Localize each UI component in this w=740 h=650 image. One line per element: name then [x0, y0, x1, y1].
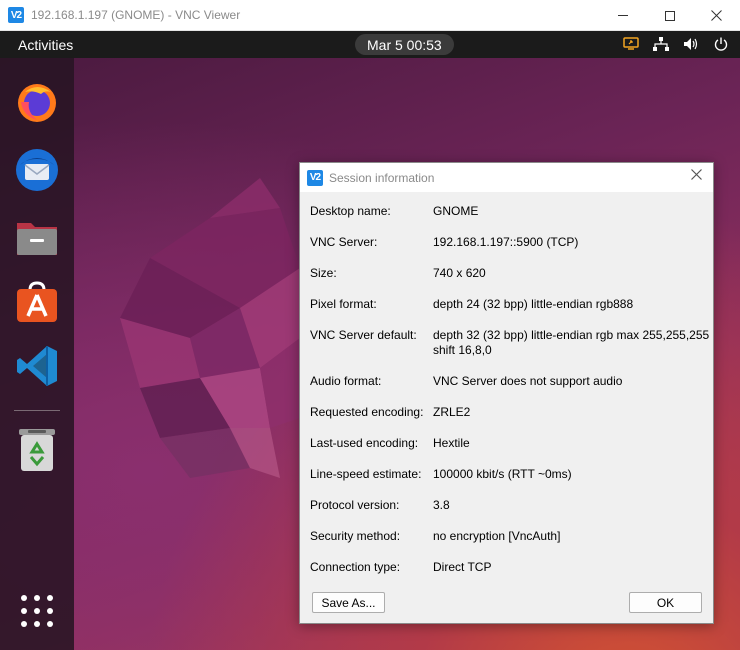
thunderbird-icon[interactable] [13, 146, 61, 194]
info-value: depth 24 (32 bpp) little-endian rgb888 [433, 297, 634, 311]
info-value: Hextile [433, 436, 470, 450]
session-information-dialog: V2 Session information Desktop name: GNO… [299, 162, 714, 624]
info-label: Connection type: [310, 560, 401, 574]
maximize-icon [664, 10, 675, 21]
trash-icon[interactable] [13, 426, 61, 474]
show-apps-icon[interactable] [21, 595, 53, 627]
dialog-close-button[interactable] [689, 169, 703, 183]
info-value: depth 32 (32 bpp) little-endian rgb max … [433, 328, 710, 357]
save-as-button[interactable]: Save As... [312, 592, 385, 613]
ok-button[interactable]: OK [629, 592, 702, 613]
ubuntu-dock [0, 58, 74, 650]
info-label: Audio format: [310, 374, 382, 388]
network-icon[interactable] [652, 35, 670, 53]
info-label: Protocol version: [310, 498, 400, 512]
firefox-icon[interactable] [13, 78, 61, 126]
app-center-icon[interactable] [13, 278, 61, 326]
remote-desktop-icon[interactable] [622, 35, 640, 53]
info-value: ZRLE2 [433, 405, 471, 419]
gnome-top-bar: Activities Mar 5 00:53 [0, 31, 740, 58]
info-value: 740 x 620 [433, 266, 486, 280]
info-label: Size: [310, 266, 337, 280]
clock-button[interactable]: Mar 5 00:53 [355, 34, 454, 55]
info-label: Desktop name: [310, 204, 391, 218]
info-value: VNC Server does not support audio [433, 374, 623, 388]
info-value: 192.168.1.197::5900 (TCP) [433, 235, 579, 249]
info-label: Last-used encoding: [310, 436, 419, 450]
info-label: Pixel format: [310, 297, 377, 311]
dialog-title: Session information [329, 170, 435, 185]
info-value: 100000 kbit/s (RTT ~0ms) [433, 467, 572, 481]
files-icon[interactable] [13, 213, 61, 261]
close-icon [711, 10, 722, 21]
info-label: VNC Server default: [310, 328, 417, 342]
info-value: 3.8 [433, 498, 450, 512]
info-label: Requested encoding: [310, 405, 424, 419]
power-icon[interactable] [712, 35, 730, 53]
dock-separator [14, 410, 60, 411]
system-tray[interactable] [622, 35, 730, 53]
info-value: no encryption [VncAuth] [433, 529, 561, 543]
info-label: Security method: [310, 529, 401, 543]
vnc-viewer-titlebar: V2 192.168.1.197 (GNOME) - VNC Viewer [0, 0, 740, 31]
vscode-icon[interactable] [13, 342, 61, 390]
vnc-logo-icon: V2 [8, 7, 24, 23]
info-label: Line-speed estimate: [310, 467, 422, 481]
dialog-titlebar: V2 Session information [300, 163, 713, 192]
close-window-button[interactable] [693, 0, 740, 31]
activities-button[interactable]: Activities [18, 37, 73, 53]
info-value: Direct TCP [433, 560, 492, 574]
maximize-button[interactable] [646, 0, 693, 31]
window-controls [599, 0, 740, 31]
vnc-logo-icon: V2 [307, 169, 323, 186]
close-icon [690, 169, 702, 180]
minimize-button[interactable] [599, 0, 646, 31]
info-value: GNOME [433, 204, 479, 218]
minimize-icon [617, 15, 628, 16]
window-title: 192.168.1.197 (GNOME) - VNC Viewer [31, 8, 241, 22]
info-label: VNC Server: [310, 235, 378, 249]
volume-icon[interactable] [682, 35, 700, 53]
